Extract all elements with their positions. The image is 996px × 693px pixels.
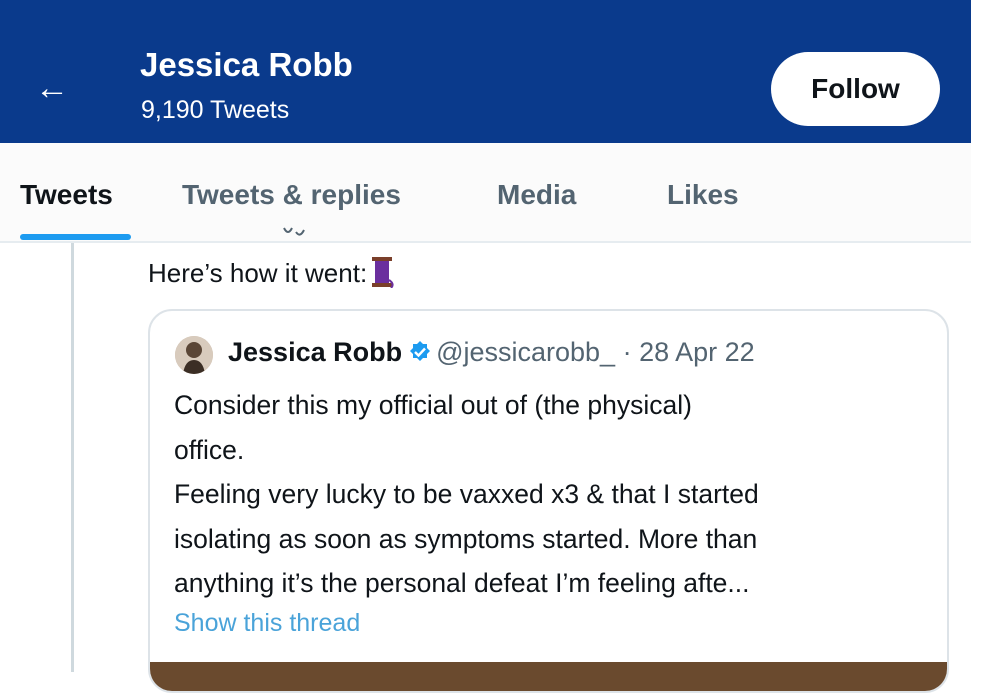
thread-spool-icon: [369, 256, 395, 289]
quoted-tweet-header: Jessica Robb @jessicarobb_ · 28 Apr 22: [228, 337, 755, 368]
tweet-text: Here’s how it went:: [148, 256, 395, 289]
quoted-author-name: Jessica Robb: [228, 337, 403, 367]
quoted-line: Consider this my official out of (the ph…: [174, 390, 692, 420]
avatar: [175, 336, 213, 374]
quoted-line: isolating as soon as symptoms started. M…: [174, 523, 758, 554]
quoted-tweet-body: Consider this my official out of (the ph…: [174, 383, 934, 606]
tab-tweets[interactable]: Tweets: [20, 179, 113, 211]
quoted-line: Feeling very lucky to be vaxxed x3 & tha…: [174, 479, 759, 509]
show-thread-link[interactable]: Show this thread: [174, 609, 360, 638]
profile-tabs: Tweets Tweets & replies Media Likes: [0, 143, 971, 243]
profile-header: ← Jessica Robb 9,190 Tweets Follow: [0, 0, 971, 143]
follow-button[interactable]: Follow: [771, 52, 940, 126]
tab-tweets-replies[interactable]: Tweets & replies: [182, 179, 401, 211]
verified-badge-icon: [408, 340, 432, 364]
tweet-body: Here’s how it went:: [148, 258, 368, 288]
tweet-count: 9,190 Tweets: [141, 96, 290, 124]
tab-likes[interactable]: Likes: [667, 179, 739, 211]
quoted-line: office.: [174, 434, 245, 465]
quoted-line: anything it’s the personal defeat I’m fe…: [174, 568, 750, 598]
arrow-left-icon[interactable]: ←: [26, 62, 78, 114]
tab-media[interactable]: Media: [497, 179, 576, 211]
active-tab-indicator: [20, 234, 131, 240]
quoted-handle-date: @jessicarobb_ · 28 Apr 22: [436, 337, 755, 367]
quoted-tweet-card[interactable]: Jessica Robb @jessicarobb_ · 28 Apr 22 Co…: [148, 309, 949, 693]
page-edge: [971, 0, 996, 672]
clipped-previous-text: [280, 226, 320, 240]
profile-name: Jessica Robb: [140, 46, 353, 83]
quoted-media-image[interactable]: [150, 662, 947, 691]
thread-connector-line: [71, 243, 74, 672]
